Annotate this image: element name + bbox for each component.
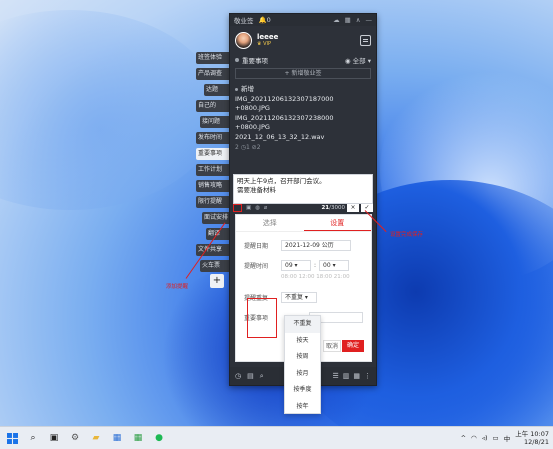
side-tag[interactable]: 自己的 <box>196 100 230 112</box>
history-icon[interactable]: ◷ <box>235 372 241 380</box>
task-view-icon[interactable]: ▣ <box>46 430 62 446</box>
repeat-option[interactable]: 按季度 <box>285 382 320 399</box>
list-icon[interactable]: ☰ <box>332 372 338 380</box>
calendar-small-icon[interactable]: ▤ <box>247 372 254 380</box>
repeat-option[interactable]: 按月 <box>285 366 320 383</box>
section-header: 重要事项 ◉ 全部 ▾ <box>230 54 376 66</box>
layout-icon[interactable]: ▦ <box>353 372 360 380</box>
side-tag[interactable]: 火车票 <box>200 260 230 272</box>
time-label: 提醒时间 <box>244 262 269 270</box>
user-profile: leeee ♛ VIP <box>230 26 376 54</box>
repeat-option[interactable]: 不重复 <box>285 316 320 333</box>
cloud-sync-icon[interactable]: ☁ <box>333 16 340 24</box>
side-tag[interactable]: 限行提醒 <box>196 196 230 208</box>
mic-icon[interactable]: ◍ <box>255 205 260 211</box>
repeat-option[interactable]: 按周 <box>285 349 320 366</box>
widget-titlebar: 敬业签 🔔0 ☁ ▦ ∧ — <box>230 14 376 26</box>
more-icon[interactable]: ⋮ <box>364 372 371 380</box>
ime-icon[interactable]: 中 <box>504 433 511 443</box>
char-counter: 21/3000 <box>321 205 345 211</box>
repeat-option[interactable]: 按年 <box>285 399 320 416</box>
grid-icon[interactable]: ▦ <box>345 16 351 24</box>
settings-tabs: 选择 设置 <box>236 215 371 232</box>
tray-caret-icon[interactable]: ^ <box>461 434 466 442</box>
system-tray: ^ ◠ ◃) ▭ 中 上午 10:07 12/8/21 <box>461 430 549 446</box>
date-label: 提醒日期 <box>244 242 269 250</box>
battery-icon[interactable]: ▭ <box>493 434 499 442</box>
input-line: 明天上午9点，召开部门会议。 <box>237 177 326 185</box>
image-icon[interactable]: ▣ <box>246 205 251 211</box>
section-title: 重要事项 <box>242 57 268 65</box>
bell-count: 0 <box>266 16 271 24</box>
wifi-icon[interactable]: ◠ <box>471 434 477 442</box>
clock[interactable]: 上午 10:07 12/8/21 <box>515 430 549 446</box>
repeat-select[interactable]: 不重复 ▾ <box>281 291 317 303</box>
user-name: leeee <box>257 33 279 41</box>
calendar-icon[interactable] <box>360 34 371 46</box>
note-item[interactable]: 新增 IMG_20211206132307187000 +0800.JPG IM… <box>235 85 371 142</box>
bullet-icon <box>235 87 238 91</box>
note-heading: 新增 <box>241 85 254 93</box>
quick-time-hints[interactable]: 08:00 12:00 18:00 21:00 <box>236 274 371 282</box>
green-app-icon[interactable]: ▦ <box>130 430 146 446</box>
note-line: IMG_20211206132307187000 <box>235 94 334 103</box>
search-icon[interactable]: ⌕ <box>25 430 41 446</box>
note-line: IMG_20211206132307238000 <box>235 113 334 122</box>
add-category-button[interactable]: + <box>210 274 224 288</box>
avatar[interactable] <box>235 31 252 49</box>
side-tag[interactable]: 发布时间 <box>196 132 230 144</box>
input-line: 需要准备材料 <box>237 186 276 194</box>
search-icon[interactable]: ⌕ <box>260 372 264 381</box>
repeat-option[interactable]: 按天 <box>285 333 320 350</box>
annotation-add-reminder: 添加提醒 <box>166 284 189 290</box>
collapse-icon[interactable]: ∧ <box>356 16 361 24</box>
input-toolbar: ▣ ◍ ⌀ 21/3000 × ✓ <box>233 204 373 212</box>
tab-settings[interactable]: 设置 <box>303 215 371 231</box>
reminder-clock-icon[interactable] <box>233 204 242 212</box>
windows-start-icon[interactable] <box>4 430 20 446</box>
new-note-button[interactable]: + 新增敬业签 <box>235 68 371 79</box>
app-title: 敬业签 <box>234 17 254 25</box>
settings-gear-icon[interactable]: ⚙ <box>67 430 83 446</box>
clock-time: 上午 10:07 <box>515 430 549 438</box>
wallpaper-swirl <box>0 10 220 210</box>
side-tag-active[interactable]: 重要事项 <box>196 148 230 160</box>
date-field[interactable]: 2021-12-09 公历 <box>281 239 351 251</box>
note-stats: 2 ◷1 ⊘2 <box>235 144 261 151</box>
side-tag[interactable]: 产品调查 <box>196 68 230 80</box>
bell-icon[interactable]: 🔔0 <box>259 16 271 24</box>
note-line: 2021_12_06_13_32_12.wav <box>235 132 325 141</box>
note-line: +0800.JPG <box>235 104 270 112</box>
clock-date: 12/8/21 <box>523 438 549 446</box>
cancel-button[interactable]: 取消 <box>323 340 341 352</box>
attach-icon[interactable]: ⌀ <box>264 205 267 211</box>
side-tag[interactable]: 销售攻略 <box>196 180 230 192</box>
annotation-save: 设置完成保存 <box>390 232 424 238</box>
hour-select[interactable]: 09 ▾ <box>281 259 311 271</box>
ok-button[interactable]: 确定 <box>342 340 364 352</box>
cancel-input-button[interactable]: × <box>347 204 359 212</box>
date-row: 提醒日期 2021-12-09 公历 <box>236 238 371 252</box>
repeat-dropdown-list: 不重复 按天 按周 按月 按季度 按年 <box>284 315 321 414</box>
note-line: +0800.JPG <box>235 123 270 131</box>
section-dot-icon <box>235 58 239 62</box>
minimize-icon[interactable]: — <box>366 16 373 24</box>
taskbar: ⌕ ▣ ⚙ ▰ ▦ ▦ ● ^ ◠ ◃) ▭ 中 上午 10:07 12/8/2… <box>0 426 553 449</box>
side-tag[interactable]: 工作计划 <box>196 164 230 176</box>
vip-badge: ♛ VIP <box>257 41 271 47</box>
pin-icon[interactable]: ▥ <box>343 372 350 380</box>
annotation-highlight-box <box>247 298 277 338</box>
side-tag[interactable]: 面试安排 <box>202 212 230 224</box>
volume-icon[interactable]: ◃) <box>482 434 488 442</box>
store-icon[interactable]: ▦ <box>109 430 125 446</box>
tab-select[interactable]: 选择 <box>236 215 304 231</box>
file-explorer-icon[interactable]: ▰ <box>88 430 104 446</box>
filter-dropdown[interactable]: ◉ 全部 ▾ <box>345 55 371 65</box>
minute-select[interactable]: 00 ▾ <box>319 259 350 271</box>
note-input[interactable]: 明天上午9点，召开部门会议。 需要准备材料 <box>233 174 373 204</box>
time-row: 提醒时间 09 ▾ : 00 ▾ <box>236 258 371 272</box>
side-tag[interactable]: 班签体验 <box>196 52 230 64</box>
spotify-icon[interactable]: ● <box>151 430 167 446</box>
